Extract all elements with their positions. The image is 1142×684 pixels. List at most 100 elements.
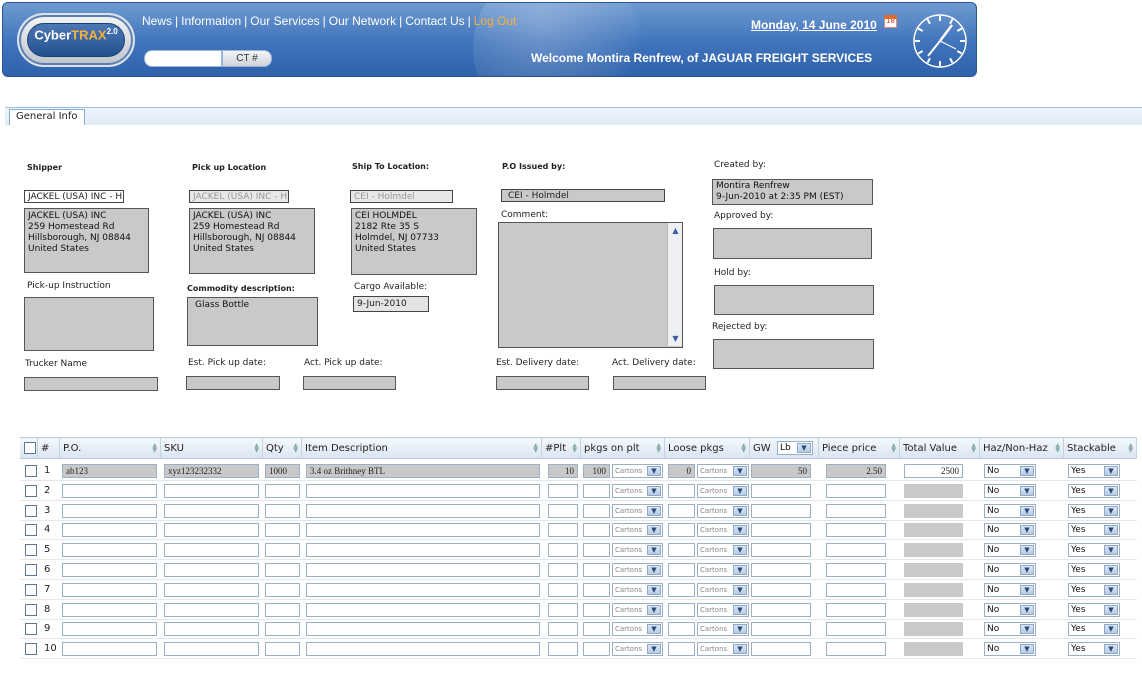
ct-number-input[interactable] <box>144 50 222 67</box>
piece-price-input[interactable] <box>826 642 886 657</box>
stackable-select[interactable]: Yes ▼ <box>1068 523 1120 538</box>
nav-contact-us[interactable]: Contact Us <box>405 14 464 28</box>
pkgs-on-plt-input[interactable] <box>583 602 610 617</box>
plt-input[interactable] <box>548 503 578 518</box>
scroll-up-icon[interactable]: ▲ <box>669 224 682 237</box>
item-description-input[interactable] <box>306 582 540 597</box>
gw-input[interactable] <box>751 602 811 617</box>
pkgs-unit-select[interactable]: Cartons ▼ <box>612 622 663 637</box>
pkgs-on-plt-input[interactable] <box>583 622 610 637</box>
stackable-select[interactable]: Yes ▼ <box>1068 602 1120 617</box>
rejected-by-field[interactable] <box>713 339 874 369</box>
col-piece-price[interactable]: Piece price ▲ ▼ <box>819 438 900 459</box>
sku-input[interactable] <box>164 523 259 538</box>
plt-input[interactable] <box>548 483 578 498</box>
qty-input[interactable] <box>265 642 300 657</box>
po-input[interactable] <box>62 563 157 577</box>
piece-price-input[interactable] <box>826 602 886 617</box>
loose-unit-select[interactable]: Cartons ▼ <box>697 464 749 478</box>
pkgs-unit-select[interactable]: Cartons ▼ <box>612 483 663 498</box>
qty-input[interactable] <box>265 622 300 637</box>
hold-by-field[interactable] <box>714 285 874 315</box>
sku-input[interactable] <box>164 483 259 498</box>
item-description-input[interactable] <box>306 642 540 657</box>
pkgs-on-plt-input[interactable] <box>583 563 610 577</box>
comment-scrollbar[interactable]: ▲ ▼ <box>667 223 682 346</box>
pkgs-unit-select[interactable]: Cartons ▼ <box>612 543 663 558</box>
plt-input[interactable] <box>548 523 578 538</box>
item-description-input[interactable] <box>306 602 540 617</box>
haz-select[interactable]: No ▼ <box>984 523 1036 538</box>
gw-input[interactable] <box>751 503 811 518</box>
po-input[interactable] <box>62 543 157 558</box>
haz-select[interactable]: No ▼ <box>984 464 1036 478</box>
nav-news[interactable]: News <box>142 14 172 28</box>
haz-select[interactable]: No ▼ <box>984 543 1036 558</box>
pkgs-on-plt-input[interactable] <box>583 523 610 538</box>
stackable-select[interactable]: Yes ▼ <box>1068 543 1120 558</box>
item-description-input[interactable] <box>306 523 540 538</box>
nav-our-services[interactable]: Our Services <box>250 14 319 28</box>
haz-select[interactable]: No ▼ <box>984 483 1036 498</box>
plt-input[interactable] <box>548 582 578 597</box>
sku-input[interactable] <box>164 543 259 558</box>
pkgs-unit-select[interactable]: Cartons ▼ <box>612 464 663 478</box>
trucker-name-input[interactable] <box>24 377 158 391</box>
col-loose-pkgs[interactable]: Loose pkgs ▲ ▼ <box>665 438 750 459</box>
gw-input[interactable] <box>751 563 811 577</box>
loose-unit-select[interactable]: Cartons ▼ <box>697 543 749 558</box>
loose-pkgs-input[interactable] <box>668 543 695 558</box>
gw-input[interactable]: 50 <box>751 464 811 478</box>
loose-unit-select[interactable]: Cartons ▼ <box>697 523 749 538</box>
plt-input[interactable] <box>548 563 578 577</box>
sku-input[interactable] <box>164 582 259 597</box>
haz-select[interactable]: No ▼ <box>984 563 1036 577</box>
sku-input[interactable]: xyz123232332 <box>164 464 259 478</box>
cargo-available-input[interactable]: 9-Jun-2010 <box>353 296 429 312</box>
col-haz[interactable]: Haz/Non-Haz ▲ ▼ <box>980 438 1064 459</box>
loose-pkgs-input[interactable] <box>668 622 695 637</box>
loose-pkgs-input[interactable] <box>668 602 695 617</box>
stackable-select[interactable]: Yes ▼ <box>1068 503 1120 518</box>
haz-select[interactable]: No ▼ <box>984 503 1036 518</box>
shipper-select[interactable]: JACKEL (USA) INC - Hills <box>24 190 124 203</box>
stackable-select[interactable]: Yes ▼ <box>1068 483 1120 498</box>
loose-unit-select[interactable]: Cartons ▼ <box>697 582 749 597</box>
po-input[interactable] <box>62 602 157 617</box>
pkgs-on-plt-input[interactable] <box>583 582 610 597</box>
scroll-down-icon[interactable]: ▼ <box>669 332 682 345</box>
po-input[interactable] <box>62 622 157 637</box>
sku-input[interactable] <box>164 622 259 637</box>
item-description-input[interactable] <box>306 503 540 518</box>
row-checkbox[interactable] <box>25 524 37 537</box>
sku-input[interactable] <box>164 563 259 577</box>
qty-input[interactable] <box>265 563 300 577</box>
commodity-textarea[interactable]: Glass Bottle <box>187 297 318 346</box>
col-po[interactable]: P.O. ▲ ▼ <box>60 438 161 459</box>
pickup-instruction-textarea[interactable] <box>24 297 154 351</box>
loose-pkgs-input[interactable] <box>668 503 695 518</box>
gw-input[interactable] <box>751 622 811 637</box>
haz-select[interactable]: No ▼ <box>984 622 1036 637</box>
piece-price-input[interactable]: 2.50 <box>826 464 886 478</box>
po-input[interactable] <box>62 582 157 597</box>
stackable-select[interactable]: Yes ▼ <box>1068 622 1120 637</box>
pkgs-unit-select[interactable]: Cartons ▼ <box>612 523 663 538</box>
col-total-value[interactable]: Total Value ▲ ▼ <box>900 438 980 459</box>
approved-by-field[interactable] <box>713 228 872 259</box>
stackable-select[interactable]: Yes ▼ <box>1068 464 1120 478</box>
calendar-icon[interactable]: 18 <box>884 15 897 28</box>
sku-input[interactable] <box>164 503 259 518</box>
item-description-input[interactable]: 3.4 oz Brithney BTL <box>306 464 540 478</box>
stackable-select[interactable]: Yes ▼ <box>1068 563 1120 577</box>
po-issued-select[interactable]: CEI - Holmdel <box>501 189 665 202</box>
loose-pkgs-input[interactable] <box>668 523 695 538</box>
po-input[interactable] <box>62 642 157 657</box>
col-num[interactable]: # <box>38 438 60 459</box>
qty-input[interactable]: 1000 <box>265 464 300 478</box>
piece-price-input[interactable] <box>826 543 886 558</box>
loose-pkgs-input[interactable] <box>668 563 695 577</box>
loose-unit-select[interactable]: Cartons ▼ <box>697 622 749 637</box>
po-input[interactable] <box>62 483 157 498</box>
item-description-input[interactable] <box>306 483 540 498</box>
